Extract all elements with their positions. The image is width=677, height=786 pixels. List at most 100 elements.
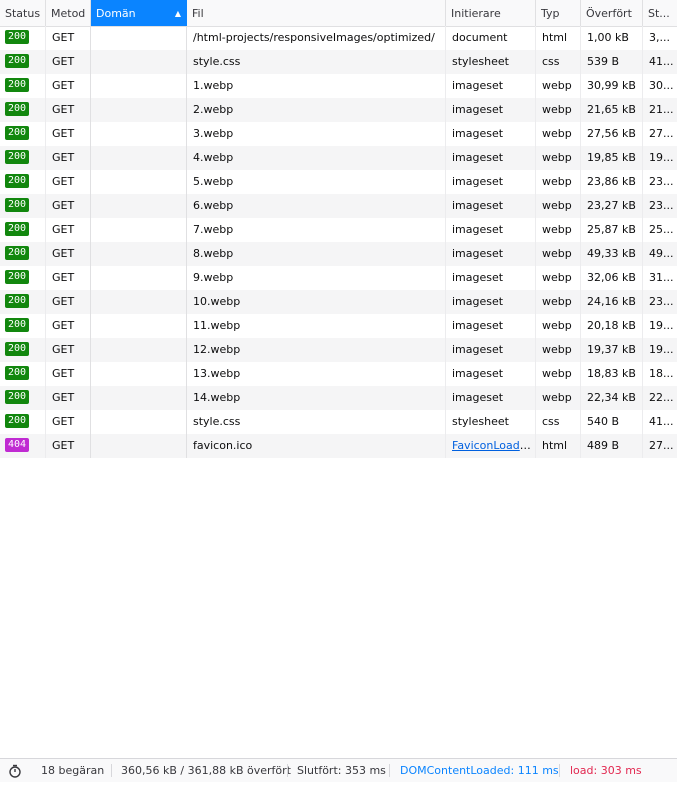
cell-status: 200 <box>0 362 46 386</box>
table-row[interactable]: 200 GET 11.webp imageset webp 20,18 kB 19... <box>0 314 677 338</box>
cell-method: GET <box>46 74 91 98</box>
cell-status: 200 <box>0 266 46 290</box>
cell-transferred: 18,83 kB <box>581 362 643 386</box>
status-badge: 200 <box>5 270 30 284</box>
cell-method: GET <box>46 386 91 410</box>
cell-type: webp <box>536 218 581 242</box>
table-row[interactable]: 200 GET 7.webp imageset webp 25,87 kB 25... <box>0 218 677 242</box>
table-row[interactable]: 200 GET 4.webp imageset webp 19,85 kB 19... <box>0 146 677 170</box>
status-badge: 200 <box>5 414 30 428</box>
cell-size: 19... <box>649 319 674 332</box>
column-header-size[interactable]: St... <box>643 0 677 26</box>
cell-initiator: stylesheet <box>446 410 536 434</box>
cell-domain <box>91 290 187 314</box>
cell-domain <box>91 242 187 266</box>
cell-method: GET <box>46 338 91 362</box>
column-header-domain[interactable]: Domän ▲ <box>91 0 187 26</box>
cell-method: GET <box>46 122 91 146</box>
cell-type: webp <box>536 386 581 410</box>
table-row[interactable]: 200 GET style.css stylesheet css 540 B 41... <box>0 410 677 434</box>
column-header-type[interactable]: Typ <box>536 0 581 26</box>
cell-transferred: 24,16 kB <box>581 290 643 314</box>
cell-type: html <box>536 434 581 458</box>
cell-initiator: imageset <box>446 266 536 290</box>
divider <box>111 764 112 777</box>
table-row[interactable]: 404 GET favicon.ico FaviconLoade... html 489 … <box>0 434 677 458</box>
cell-initiator: imageset <box>446 362 536 386</box>
cell-size: 31... <box>649 271 674 284</box>
column-header-initiator[interactable]: Initierare <box>446 0 536 26</box>
request-list: 200 GET/html-projects/responsiveImages/op… <box>0 26 677 458</box>
table-row[interactable]: 200 GET 8.webp imageset webp 49,33 kB 49... <box>0 242 677 266</box>
status-badge: 200 <box>5 30 30 44</box>
cell-domain <box>91 98 187 122</box>
table-row[interactable]: 200 GET style.css stylesheet css 539 B 41... <box>0 50 677 74</box>
table-row[interactable]: 200 GET 5.webp imageset webp 23,86 kB 23... <box>0 170 677 194</box>
cell-status: 200 <box>0 218 46 242</box>
cell-status: 200 <box>0 26 46 50</box>
cell-domain <box>91 434 187 458</box>
cell-initiator: imageset <box>446 98 536 122</box>
column-header-status[interactable]: Status <box>0 0 46 26</box>
cell-domain <box>91 26 187 50</box>
column-header-file[interactable]: Fil <box>187 0 446 26</box>
cell-domain <box>91 74 187 98</box>
status-badge: 200 <box>5 150 30 164</box>
table-row[interactable]: 200 GET 3.webp imageset webp 27,56 kB 27... <box>0 122 677 146</box>
cell-file: 14.webp <box>187 386 446 410</box>
cell-method: GET <box>46 98 91 122</box>
cell-transferred: 539 B <box>581 50 643 74</box>
stopwatch-icon[interactable] <box>8 760 22 783</box>
cell-file: favicon.ico <box>187 434 446 458</box>
cell-status: 200 <box>0 122 46 146</box>
cell-transferred: 1,00 kB <box>581 26 643 50</box>
cell-status: 200 <box>0 290 46 314</box>
cell-file: 3.webp <box>187 122 446 146</box>
table-row[interactable]: 200 GET 12.webp imageset webp 19,37 kB 19... <box>0 338 677 362</box>
table-row[interactable]: 200 GET 10.webp imageset webp 24,16 kB 23... <box>0 290 677 314</box>
column-header-method[interactable]: Metod <box>46 0 91 26</box>
cell-file: 13.webp <box>187 362 446 386</box>
cell-size: 19... <box>649 151 674 164</box>
cell-domain <box>91 218 187 242</box>
cell-transferred: 21,65 kB <box>581 98 643 122</box>
cell-size: 27... <box>649 439 674 452</box>
cell-domain <box>91 146 187 170</box>
cell-transferred: 540 B <box>581 410 643 434</box>
cell-size: 41... <box>649 415 674 428</box>
cell-method: GET <box>46 170 91 194</box>
table-row[interactable]: 200 GET 9.webp imageset webp 32,06 kB 31... <box>0 266 677 290</box>
status-badge: 200 <box>5 342 30 356</box>
cell-type: webp <box>536 146 581 170</box>
table-row[interactable]: 200 GET 14.webp imageset webp 22,34 kB 22... <box>0 386 677 410</box>
cell-file: 7.webp <box>187 218 446 242</box>
status-badge: 200 <box>5 222 30 236</box>
cell-size: 25... <box>649 223 674 236</box>
cell-file: 8.webp <box>187 242 446 266</box>
cell-initiator: document <box>446 26 536 50</box>
cell-file: 9.webp <box>187 266 446 290</box>
initiator-link[interactable]: FaviconLoade... <box>452 439 535 452</box>
cell-initiator: imageset <box>446 218 536 242</box>
divider <box>559 764 560 777</box>
divider <box>287 764 288 777</box>
cell-type: css <box>536 50 581 74</box>
table-row[interactable]: 200 GET 2.webp imageset webp 21,65 kB 21... <box>0 98 677 122</box>
cell-size: 23... <box>649 295 674 308</box>
table-row[interactable]: 200 GET 6.webp imageset webp 23,27 kB 23... <box>0 194 677 218</box>
status-badge: 200 <box>5 198 30 212</box>
cell-size: 18... <box>649 367 674 380</box>
cell-method: GET <box>46 290 91 314</box>
cell-transferred: 32,06 kB <box>581 266 643 290</box>
cell-initiator: imageset <box>446 386 536 410</box>
table-row[interactable]: 200 GET 13.webp imageset webp 18,83 kB 18... <box>0 362 677 386</box>
dom-content-loaded-time: DOMContentLoaded: 111 ms <box>400 764 559 777</box>
table-row[interactable]: 200 GET/html-projects/responsiveImages/op… <box>0 26 677 50</box>
cell-status: 200 <box>0 98 46 122</box>
transferred-total: 360,56 kB / 361,88 kB överfört <box>121 764 291 777</box>
column-header-transferred[interactable]: Överfört <box>581 0 643 26</box>
cell-method: GET <box>46 314 91 338</box>
table-row[interactable]: 200 GET 1.webp imageset webp 30,99 kB 30... <box>0 74 677 98</box>
load-time: load: 303 ms <box>570 764 642 777</box>
cell-method: GET <box>46 410 91 434</box>
